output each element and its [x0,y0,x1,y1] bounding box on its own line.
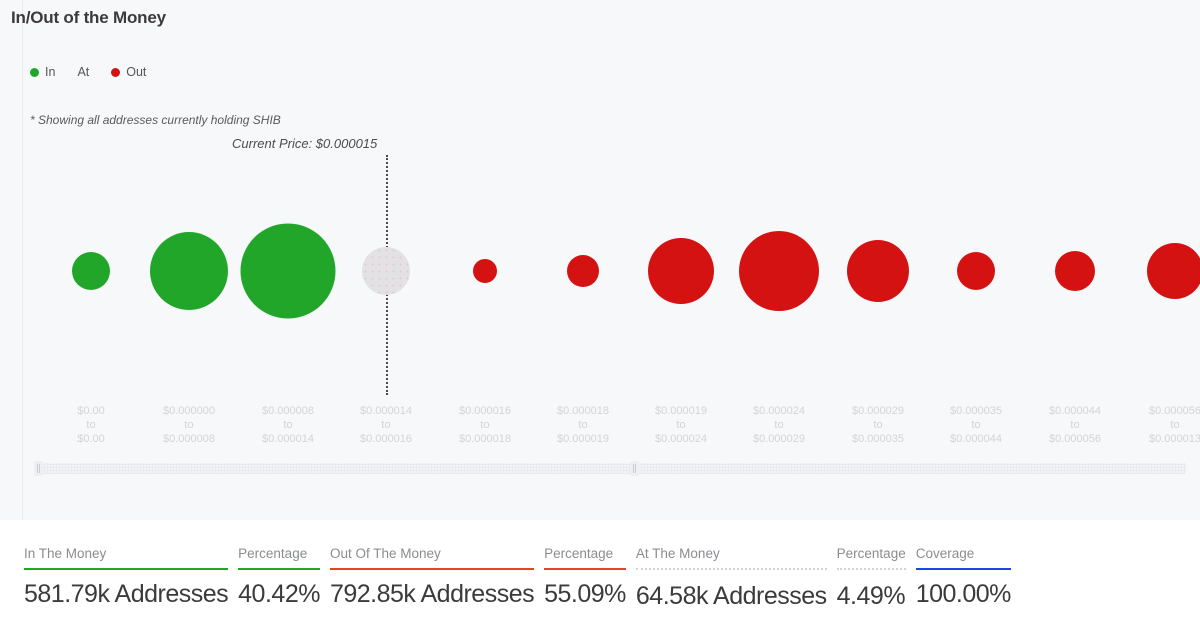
stat-out-of-the-money-2: Out Of The Money792.85k Addresses [330,546,534,609]
tick-range-to: $0.000029 [753,432,805,446]
x-axis-tick-label: $0.000024to$0.000029 [753,404,805,446]
bubble-out-9[interactable] [957,252,995,290]
tick-to-word: to [163,418,215,432]
bubble-in-1[interactable] [150,232,228,310]
tick-to-word: to [557,418,609,432]
tick-range-from: $0.00 [77,404,105,418]
x-axis-tick-label: $0.000056to$0.000013 [1149,404,1200,446]
tick-range-to: $0.00 [77,432,105,446]
stat-value: 64.58k Addresses [636,572,827,611]
stat-label: Percentage [238,546,320,568]
tick-range-to: $0.000056 [1049,432,1101,446]
bubble-out-11[interactable] [1147,243,1200,299]
stat-value: 792.85k Addresses [330,570,534,609]
stat-label: In The Money [24,546,228,568]
x-axis-tick-label: $0.000029to$0.000035 [852,404,904,446]
tick-range-to: $0.000013 [1149,432,1200,446]
bubble-out-7[interactable] [739,231,819,311]
stat-label: Percentage [544,546,626,568]
stats-row: In The Money581.79k AddressesPercentage4… [24,546,1021,611]
tick-range-from: $0.000019 [655,404,707,418]
tick-range-from: $0.000035 [950,404,1002,418]
chart-scrollbar-handle[interactable] [630,461,639,476]
x-axis-tick-label: $0.000014to$0.000016 [360,404,412,446]
stat-value: 581.79k Addresses [24,570,228,609]
stat-label: Coverage [916,546,1011,568]
tick-range-from: $0.000024 [753,404,805,418]
bubble-out-6[interactable] [648,238,714,304]
chart-scrollbar-track[interactable] [38,463,1186,474]
tick-to-word: to [753,418,805,432]
stat-in-the-money-0: In The Money581.79k Addresses [24,546,228,609]
tick-to-word: to [262,418,314,432]
stat-percentage-5: Percentage 4.49% [837,546,906,611]
stat-percentage-3: Percentage55.09% [544,546,626,609]
bubble-at-3[interactable] [362,247,410,295]
tick-range-from: $0.000056 [1149,404,1200,418]
stat-percentage-1: Percentage40.42% [238,546,320,609]
bubble-out-8[interactable] [847,240,909,302]
bubble-in-2[interactable] [241,224,336,319]
stats-panel: In The Money581.79k AddressesPercentage4… [0,520,1200,620]
bubble-out-5[interactable] [567,255,599,287]
x-axis-tick-label: $0.000044to$0.000056 [1049,404,1101,446]
tick-to-word: to [360,418,412,432]
bubble-in-0[interactable] [72,252,110,290]
tick-range-from: $0.000000 [163,404,215,418]
tick-to-word: to [77,418,105,432]
tick-range-from: $0.000018 [557,404,609,418]
tick-range-to: $0.000008 [163,432,215,446]
tick-to-word: to [950,418,1002,432]
tick-range-from: $0.000008 [262,404,314,418]
x-axis-tick-label: $0.00to$0.00 [77,404,105,446]
tick-range-from: $0.000014 [360,404,412,418]
tick-range-to: $0.000014 [262,432,314,446]
x-axis-tick-label: $0.000008to$0.000014 [262,404,314,446]
stat-at-the-money-4: At The Money 64.58k Addresses [636,546,827,611]
tick-range-to: $0.000024 [655,432,707,446]
tick-to-word: to [1149,418,1200,432]
stat-label: Percentage [837,546,906,568]
x-axis-tick-label: $0.000035to$0.000044 [950,404,1002,446]
tick-range-to: $0.000019 [557,432,609,446]
tick-range-from: $0.000044 [1049,404,1101,418]
tick-range-from: $0.000029 [852,404,904,418]
stat-value: 4.49% [837,572,906,611]
chart-scrollbar-handle-left[interactable] [34,461,43,476]
tick-range-from: $0.000016 [459,404,511,418]
x-axis-tick-label: $0.000000to$0.000008 [163,404,215,446]
x-axis-tick-label: $0.000018to$0.000019 [557,404,609,446]
tick-range-to: $0.000016 [360,432,412,446]
stat-value: 40.42% [238,570,320,609]
stat-coverage-6: Coverage100.00% [916,546,1011,609]
stat-value: 100.00% [916,570,1011,609]
chart-panel: In/Out of the Money InAtOut * Showing al… [0,0,1200,520]
x-axis-tick-label: $0.000016to$0.000018 [459,404,511,446]
tick-to-word: to [655,418,707,432]
tick-to-word: to [852,418,904,432]
x-axis-tick-label: $0.000019to$0.000024 [655,404,707,446]
bubble-out-10[interactable] [1055,251,1095,291]
stat-label: At The Money [636,546,827,568]
page-root: In/Out of the Money InAtOut * Showing al… [0,0,1200,620]
tick-range-to: $0.000035 [852,432,904,446]
tick-to-word: to [459,418,511,432]
bubble-plot: $0.00to$0.00$0.000000to$0.000008$0.00000… [0,0,1200,470]
tick-to-word: to [1049,418,1101,432]
stat-value: 55.09% [544,570,626,609]
tick-range-to: $0.000044 [950,432,1002,446]
bubble-out-4[interactable] [473,259,497,283]
tick-range-to: $0.000018 [459,432,511,446]
stat-label: Out Of The Money [330,546,534,568]
